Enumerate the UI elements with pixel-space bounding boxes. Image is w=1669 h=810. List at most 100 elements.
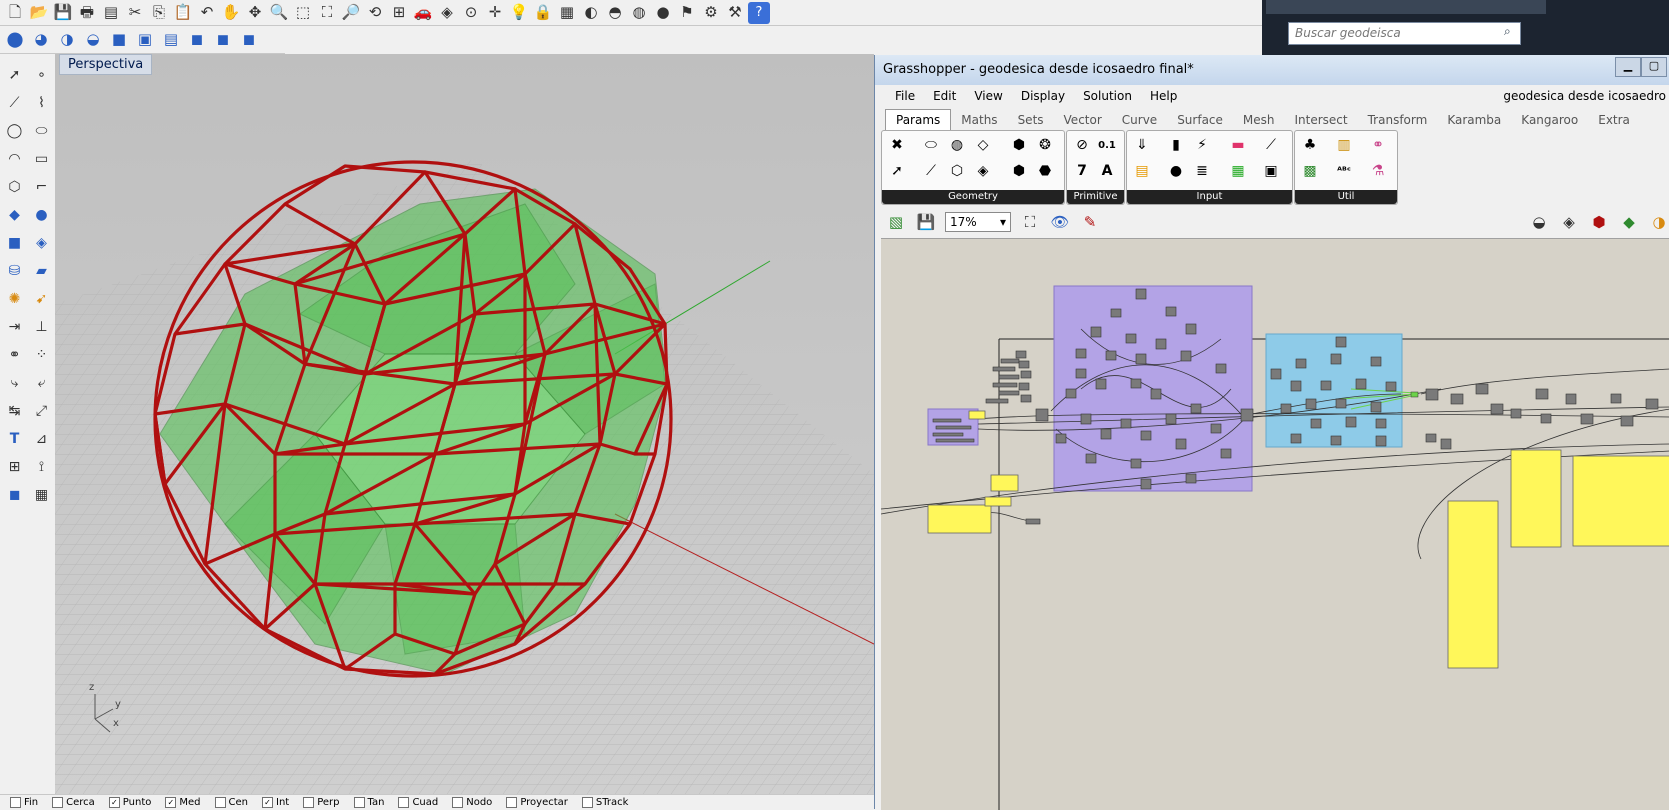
osnap-nodo[interactable]: Nodo (452, 796, 492, 808)
group-label-geometry[interactable]: Geometry (882, 190, 1064, 204)
osnap-cuad[interactable]: Cuad (398, 796, 438, 808)
zoom-extents-icon[interactable]: ⛶ (1019, 211, 1041, 233)
osnap-perp[interactable]: Perp (303, 796, 340, 808)
maximize-button[interactable]: ▢ (1641, 57, 1667, 77)
cube-blue-icon[interactable]: ◼ (238, 29, 260, 51)
color-wheel-icon[interactable]: ◐ (580, 2, 602, 24)
checkbox[interactable] (303, 796, 315, 808)
checkbox[interactable] (10, 796, 21, 808)
param-group-icon[interactable]: ⬢ (1008, 160, 1030, 182)
param-text-icon[interactable]: A (1096, 160, 1118, 182)
tab-karamba[interactable]: Karamba (1437, 110, 1511, 130)
input-graph-icon[interactable]: ⚡ (1191, 134, 1213, 156)
group-label-input[interactable]: Input (1127, 190, 1292, 204)
menu-display[interactable]: Display (1021, 89, 1065, 103)
checkbox[interactable] (452, 796, 464, 808)
green-node[interactable] (1410, 391, 1419, 398)
tab-params[interactable]: Params (885, 109, 952, 130)
param-geometry-icon[interactable]: ⬣ (1034, 160, 1056, 182)
param-vector-icon[interactable]: ➚ (886, 160, 908, 182)
tab-mesh[interactable]: Mesh (1233, 110, 1285, 130)
four-viewports-icon[interactable]: ⊞ (388, 2, 410, 24)
osnap-fin[interactable]: Fin (10, 796, 38, 808)
trim-icon[interactable]: ⤶ (28, 372, 55, 394)
layer-icon[interactable]: ▦ (556, 2, 578, 24)
input-list-icon[interactable]: ≣ (1191, 160, 1213, 182)
osnap-cen[interactable]: Cen (214, 796, 248, 808)
cube-alt-icon[interactable]: ◼ (212, 29, 234, 51)
block-icon[interactable]: ⊞ (1, 456, 28, 478)
dimension-icon[interactable]: ↹ (1, 400, 28, 422)
param-mesh-icon[interactable]: ⬢ (1008, 134, 1030, 156)
circle-icon[interactable]: ◯ (1, 120, 28, 142)
menu-edit[interactable]: Edit (933, 89, 956, 103)
param-field-icon[interactable]: ❂ (1034, 134, 1056, 156)
util-abc-icon[interactable]: ᴬᴮᶜ (1333, 160, 1355, 182)
tab-sets[interactable]: Sets (1008, 110, 1054, 130)
gear-transform-icon[interactable]: ✺ (1, 288, 28, 310)
cube-icon[interactable]: ◼ (186, 29, 208, 51)
flag-icon[interactable]: ⚑ (676, 2, 698, 24)
point-icon[interactable]: ∘ (28, 64, 55, 86)
tab-vector[interactable]: Vector (1054, 110, 1112, 130)
rectangle-icon[interactable]: ▭ (28, 148, 55, 170)
param-surface-icon[interactable]: ◇ (972, 134, 994, 156)
boolean-icon[interactable]: ⚭ (1, 344, 28, 366)
template-icon[interactable]: ▤ (100, 2, 122, 24)
new-file-icon[interactable]: 🗋 (4, 2, 26, 24)
extract-surface-icon[interactable]: ▤ (160, 29, 182, 51)
scale-icon[interactable]: ⤢ (28, 400, 55, 422)
plane-icon[interactable]: ▰ (28, 260, 55, 282)
util-param-viewer-icon[interactable]: ▩ (1299, 160, 1321, 182)
copy-icon[interactable]: ⎘ (148, 2, 170, 24)
polyline-icon[interactable]: ⟋ (1, 92, 28, 114)
preview-selected-icon[interactable]: ⬢ (1588, 211, 1610, 233)
osnap-med[interactable]: ✓ Med (165, 796, 201, 808)
param-brep-icon[interactable]: ⬡ (946, 160, 968, 182)
preview-mesh-icon[interactable]: ◆ (1618, 211, 1640, 233)
undo-view-icon[interactable]: ⟲ (364, 2, 386, 24)
param-point-icon[interactable]: ✖ (886, 134, 908, 156)
menu-view[interactable]: View (974, 89, 1002, 103)
polygon-icon[interactable]: ⬡ (1, 176, 28, 198)
car-icon[interactable]: 🚗 (412, 2, 434, 24)
search-icon[interactable]: ⌕ (1504, 24, 1520, 42)
lock-icon[interactable]: 🔒 (532, 2, 554, 24)
util-tree-icon[interactable]: ♣ (1299, 134, 1321, 156)
construction-plane-icon[interactable]: ◈ (436, 2, 458, 24)
select-arrow-icon[interactable]: ➚ (1, 64, 28, 86)
save-file-icon[interactable]: 💾 (915, 211, 937, 233)
open-folder-icon[interactable]: 📂 (28, 2, 50, 24)
menu-help[interactable]: Help (1150, 89, 1177, 103)
box-solid-icon[interactable]: ■ (1, 232, 28, 254)
osnap-strack[interactable]: STrack (581, 796, 628, 808)
cylinder-icon[interactable]: ⛁ (1, 260, 28, 282)
settings-gear-icon[interactable]: ⚙ (700, 2, 722, 24)
pan-hand-icon[interactable]: ✋ (220, 2, 242, 24)
param-circle-icon[interactable]: ⬭ (920, 134, 942, 156)
paste-icon[interactable]: 📋 (172, 2, 194, 24)
param-boolean-icon[interactable]: ⊘ (1071, 134, 1093, 156)
render-cube-icon[interactable]: ◼ (1, 484, 28, 506)
rendered-view-icon[interactable]: ◍ (628, 2, 650, 24)
leader-icon[interactable]: ⟟ (28, 456, 55, 478)
param-box-icon[interactable]: ◈ (972, 160, 994, 182)
toolbox-icon[interactable]: ⚒ (724, 2, 746, 24)
solid-split-icon[interactable]: ◒ (82, 29, 104, 51)
point-snap-icon[interactable]: ✛ (484, 2, 506, 24)
solid-intersection-icon[interactable]: ◑ (56, 29, 78, 51)
group-label-primitive[interactable]: Primitive (1067, 190, 1124, 204)
checkbox[interactable] (214, 796, 226, 808)
ellipse-icon[interactable]: ⬭ (28, 120, 55, 142)
tab-kangaroo[interactable]: Kangaroo (1511, 110, 1588, 130)
move-icon[interactable]: ⇥ (1, 316, 28, 338)
checkbox[interactable] (353, 796, 365, 808)
util-scribble-icon[interactable]: ⚭ (1367, 134, 1389, 156)
preview-shaded-icon[interactable]: ◈ (1558, 211, 1580, 233)
search-input[interactable]: Buscar geodeisca (1288, 22, 1521, 45)
input-toggle-icon[interactable]: ▮ (1165, 134, 1187, 156)
group-label-util[interactable]: Util (1295, 190, 1397, 204)
zoom-selected-icon[interactable]: 🔎 (340, 2, 362, 24)
zoom-window-icon[interactable]: ⬚ (292, 2, 314, 24)
checkbox[interactable] (52, 796, 64, 808)
